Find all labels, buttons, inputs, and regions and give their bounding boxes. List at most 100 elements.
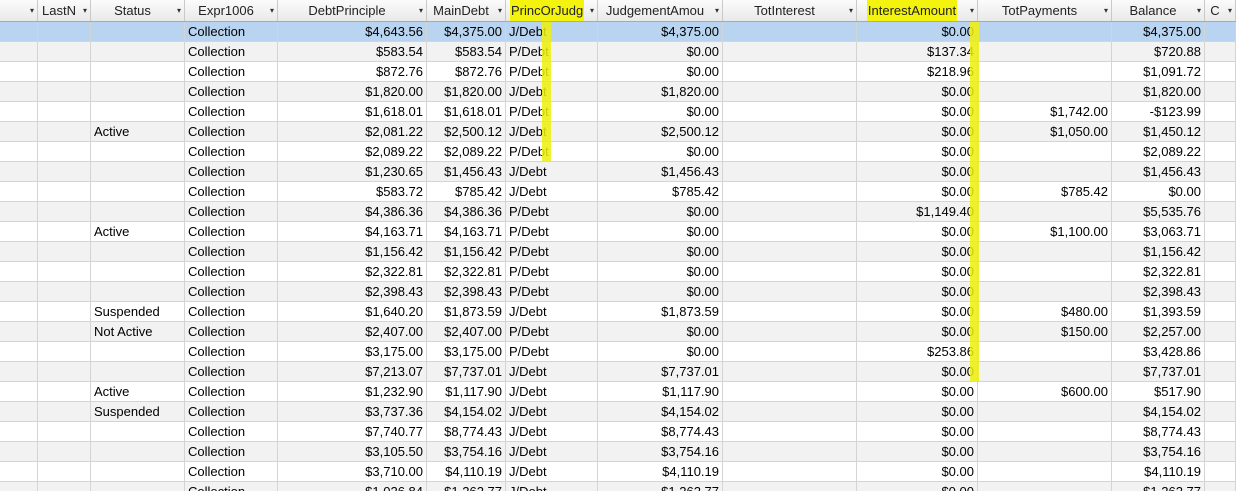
cell-debtp[interactable]: $3,175.00: [278, 342, 427, 361]
cell-totint[interactable]: [723, 82, 857, 101]
cell-main[interactable]: $785.42: [427, 182, 506, 201]
cell-status[interactable]: [91, 342, 185, 361]
cell-debtp[interactable]: $3,737.36: [278, 402, 427, 421]
cell-judg[interactable]: $0.00: [598, 42, 723, 61]
table-row[interactable]: Not Active Collection $2,407.00 $2,407.00 P/…: [0, 322, 1236, 342]
sort-filter-dropdown-icon[interactable]: ▾: [970, 0, 974, 21]
table-row[interactable]: Collection $1,230.65 $1,456.43 J/Debt $1,456…: [0, 162, 1236, 182]
cell-main[interactable]: $3,754.16: [427, 442, 506, 461]
cell-judg[interactable]: $1,820.00: [598, 82, 723, 101]
cell-main[interactable]: $4,386.36: [427, 202, 506, 221]
cell-last[interactable]: [38, 382, 91, 401]
cell-last[interactable]: [38, 342, 91, 361]
cell-intamt[interactable]: $0.00: [857, 222, 978, 241]
cell-judg[interactable]: $0.00: [598, 102, 723, 121]
cell-totint[interactable]: [723, 482, 857, 491]
table-row[interactable]: Collection $2,089.22 $2,089.22 P/Debt $0.00 $…: [0, 142, 1236, 162]
cell-main[interactable]: $1,456.43: [427, 162, 506, 181]
cell-expr[interactable]: Collection: [185, 222, 278, 241]
sort-filter-dropdown-icon[interactable]: ▾: [270, 0, 274, 21]
cell-main[interactable]: $2,407.00: [427, 322, 506, 341]
cell-main[interactable]: $7,737.01: [427, 362, 506, 381]
sort-filter-dropdown-icon[interactable]: ▾: [1197, 0, 1201, 21]
cell-poj[interactable]: J/Debt: [506, 82, 598, 101]
cell-bal[interactable]: $1,393.59: [1112, 302, 1205, 321]
cell-poj[interactable]: P/Debt: [506, 102, 598, 121]
cell-totint[interactable]: [723, 162, 857, 181]
column-header-last[interactable]: LastN ▾: [38, 0, 91, 21]
cell-last[interactable]: [38, 302, 91, 321]
cell-poj[interactable]: P/Debt: [506, 262, 598, 281]
cell-status[interactable]: [91, 282, 185, 301]
cell-bal[interactable]: $517.90: [1112, 382, 1205, 401]
cell-status[interactable]: [91, 102, 185, 121]
cell-status[interactable]: Active: [91, 122, 185, 141]
column-header-totint[interactable]: TotInterest ▾: [723, 0, 857, 21]
cell-c0[interactable]: [0, 262, 38, 281]
cell-debtp[interactable]: $2,322.81: [278, 262, 427, 281]
cell-main[interactable]: $1,873.59: [427, 302, 506, 321]
cell-c0[interactable]: [0, 162, 38, 181]
cell-extra[interactable]: [1205, 222, 1236, 241]
cell-main[interactable]: $1,820.00: [427, 82, 506, 101]
cell-bal[interactable]: -$123.99: [1112, 102, 1205, 121]
cell-poj[interactable]: J/Debt: [506, 162, 598, 181]
column-header-intamt[interactable]: InterestAmount ▾: [857, 0, 978, 21]
column-header-totpay[interactable]: TotPayments ▾: [978, 0, 1112, 21]
cell-last[interactable]: [38, 442, 91, 461]
cell-totint[interactable]: [723, 322, 857, 341]
table-row[interactable]: Collection $3,175.00 $3,175.00 P/Debt $0.00 $…: [0, 342, 1236, 362]
cell-poj[interactable]: P/Debt: [506, 42, 598, 61]
cell-debtp[interactable]: $7,213.07: [278, 362, 427, 381]
cell-totint[interactable]: [723, 142, 857, 161]
cell-status[interactable]: [91, 242, 185, 261]
table-row[interactable]: Collection $2,398.43 $2,398.43 P/Debt $0.00 $…: [0, 282, 1236, 302]
cell-bal[interactable]: $2,089.22: [1112, 142, 1205, 161]
cell-expr[interactable]: Collection: [185, 182, 278, 201]
cell-last[interactable]: [38, 182, 91, 201]
cell-main[interactable]: $1,262.77: [427, 482, 506, 491]
sort-filter-dropdown-icon[interactable]: ▾: [419, 0, 423, 21]
cell-expr[interactable]: Collection: [185, 262, 278, 281]
table-row[interactable]: Collection $1,618.01 $1,618.01 P/Debt $0.00 $…: [0, 102, 1236, 122]
cell-totpay[interactable]: $1,100.00: [978, 222, 1112, 241]
cell-intamt[interactable]: $0.00: [857, 402, 978, 421]
cell-status[interactable]: [91, 482, 185, 491]
cell-extra[interactable]: [1205, 202, 1236, 221]
cell-poj[interactable]: P/Debt: [506, 62, 598, 81]
cell-extra[interactable]: [1205, 462, 1236, 481]
cell-judg[interactable]: $1,117.90: [598, 382, 723, 401]
table-row[interactable]: Suspended Collection $3,737.36 $4,154.02 J/D…: [0, 402, 1236, 422]
cell-expr[interactable]: Collection: [185, 142, 278, 161]
cell-debtp[interactable]: $4,386.36: [278, 202, 427, 221]
cell-debtp[interactable]: $1,820.00: [278, 82, 427, 101]
cell-expr[interactable]: Collection: [185, 122, 278, 141]
cell-judg[interactable]: $0.00: [598, 202, 723, 221]
cell-c0[interactable]: [0, 442, 38, 461]
column-header-expr[interactable]: Expr1006 ▾: [185, 0, 278, 21]
cell-totpay[interactable]: [978, 402, 1112, 421]
cell-bal[interactable]: $3,754.16: [1112, 442, 1205, 461]
cell-extra[interactable]: [1205, 162, 1236, 181]
cell-bal[interactable]: $1,450.12: [1112, 122, 1205, 141]
cell-intamt[interactable]: $0.00: [857, 442, 978, 461]
cell-totint[interactable]: [723, 202, 857, 221]
cell-c0[interactable]: [0, 422, 38, 441]
cell-judg[interactable]: $1,873.59: [598, 302, 723, 321]
cell-bal[interactable]: $1,091.72: [1112, 62, 1205, 81]
cell-intamt[interactable]: $0.00: [857, 122, 978, 141]
sort-filter-dropdown-icon[interactable]: ▾: [1228, 0, 1232, 21]
cell-judg[interactable]: $3,754.16: [598, 442, 723, 461]
cell-status[interactable]: [91, 362, 185, 381]
table-row[interactable]: Collection $1,820.00 $1,820.00 J/Debt $1,820…: [0, 82, 1236, 102]
cell-extra[interactable]: [1205, 342, 1236, 361]
cell-expr[interactable]: Collection: [185, 102, 278, 121]
cell-totint[interactable]: [723, 102, 857, 121]
sort-filter-dropdown-icon[interactable]: ▾: [498, 0, 502, 21]
cell-judg[interactable]: $7,737.01: [598, 362, 723, 381]
cell-extra[interactable]: [1205, 302, 1236, 321]
cell-totint[interactable]: [723, 42, 857, 61]
cell-totpay[interactable]: [978, 202, 1112, 221]
cell-intamt[interactable]: $0.00: [857, 482, 978, 491]
table-row[interactable]: Collection $1,156.42 $1,156.42 P/Debt $0.00 $…: [0, 242, 1236, 262]
